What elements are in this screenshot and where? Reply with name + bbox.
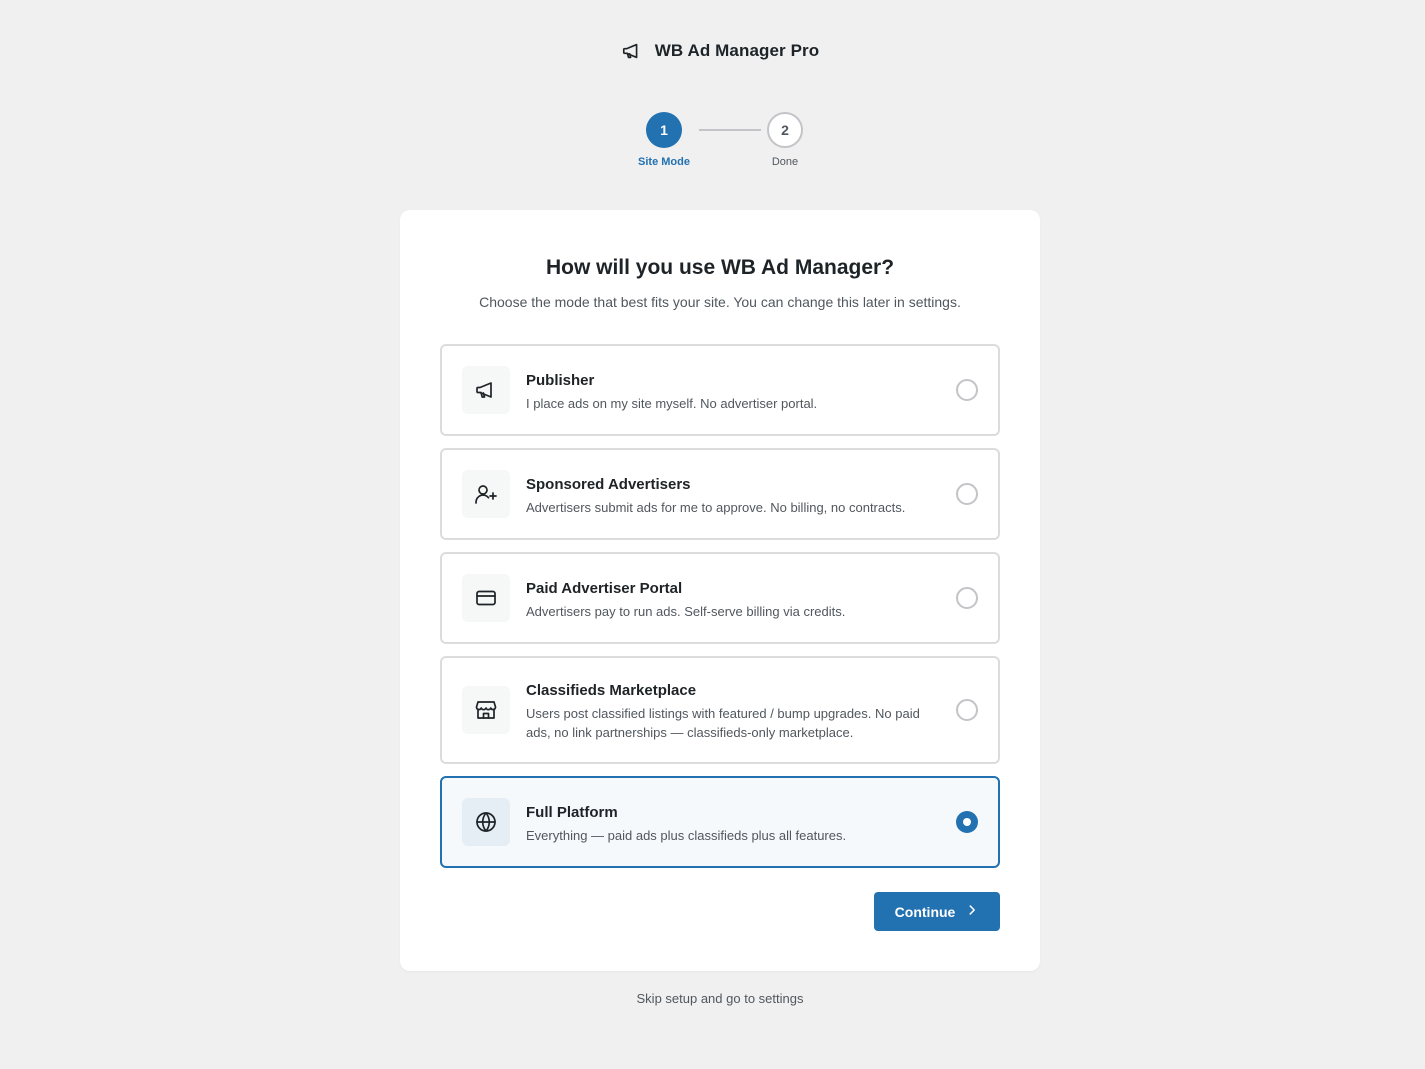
radio-classifieds-marketplace[interactable]	[956, 699, 978, 721]
page-subtitle: Choose the mode that best fits your site…	[479, 294, 961, 310]
credit-card-icon	[462, 574, 510, 622]
step-number-2: 2	[767, 112, 803, 148]
option-text: Classifieds Marketplace Users post class…	[526, 681, 926, 742]
option-text: Sponsored Advertisers Advertisers submit…	[526, 475, 946, 517]
option-description: Everything — paid ads plus classifieds p…	[526, 828, 847, 843]
mode-option-classifieds-marketplace[interactable]: Classifieds Marketplace Users post class…	[440, 656, 1000, 764]
option-title: Classifieds Marketplace	[526, 682, 697, 699]
page-title: How will you use WB Ad Manager?	[545, 256, 895, 279]
option-title: Full Platform	[526, 804, 618, 821]
globe-icon	[462, 798, 510, 846]
radio-full-platform[interactable]	[956, 811, 978, 833]
store-icon	[462, 686, 510, 734]
step-site-mode: 1 Site Mode	[624, 112, 704, 168]
option-text: Publisher I place ads on my site myself.…	[526, 371, 926, 413]
chevron-right-icon	[965, 903, 979, 920]
option-title: Paid Advertiser Portal	[526, 580, 683, 597]
step-label-site-mode: Site Mode	[638, 156, 690, 168]
option-title: Sponsored Advertisers	[526, 476, 691, 493]
option-description: Advertisers pay to run ads. Self-serve b…	[526, 604, 846, 619]
option-description: Users post classified listings with feat…	[526, 706, 920, 740]
user-plus-icon	[462, 470, 510, 518]
app-header: WB Ad Manager Pro	[0, 40, 1425, 62]
setup-card: How will you use WB Ad Manager? Choose t…	[400, 210, 1040, 971]
app-title: WB Ad Manager Pro	[654, 41, 820, 60]
radio-sponsored-advertisers[interactable]	[956, 483, 978, 505]
option-description: Advertisers submit ads for me to approve…	[526, 500, 906, 515]
setup-stepper: 1 Site Mode 2 Done	[0, 112, 1425, 176]
radio-publisher[interactable]	[956, 379, 978, 401]
mode-option-full-platform[interactable]: Full Platform Everything — paid ads plus…	[440, 776, 1000, 868]
megaphone-icon	[462, 366, 510, 414]
step-label-done: Done	[771, 156, 799, 168]
megaphone-icon	[621, 40, 643, 62]
option-description: I place ads on my site myself. No advert…	[526, 396, 818, 411]
continue-button[interactable]: Continue	[874, 892, 1000, 931]
mode-option-publisher[interactable]: Publisher I place ads on my site myself.…	[440, 344, 1000, 436]
step-done: 2 Done	[745, 112, 825, 168]
option-text: Paid Advertiser Portal Advertisers pay t…	[526, 579, 926, 621]
mode-option-sponsored-advertisers[interactable]: Sponsored Advertisers Advertisers submit…	[440, 448, 1000, 540]
skip-setup-link[interactable]: Skip setup and go to settings	[0, 991, 1425, 1006]
option-text: Full Platform Everything — paid ads plus…	[526, 803, 926, 845]
option-title: Publisher	[526, 372, 595, 389]
mode-option-paid-advertiser-portal[interactable]: Paid Advertiser Portal Advertisers pay t…	[440, 552, 1000, 644]
step-number-1: 1	[646, 112, 682, 148]
radio-paid-advertiser-portal[interactable]	[956, 587, 978, 609]
continue-button-label: Continue	[894, 903, 956, 920]
